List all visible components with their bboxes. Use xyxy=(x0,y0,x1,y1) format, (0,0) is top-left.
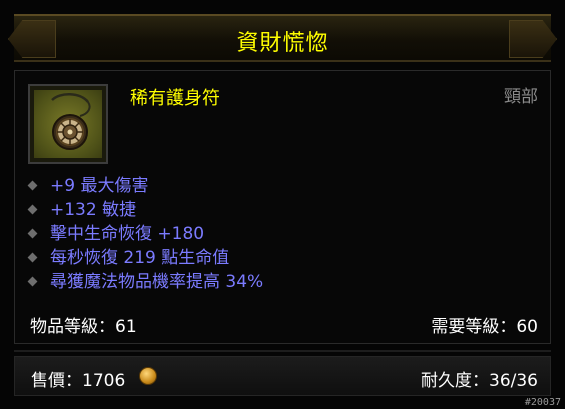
bullet-icon xyxy=(27,180,38,191)
bullet-icon xyxy=(27,276,38,287)
sell-price-label: 售價： xyxy=(31,371,82,391)
affix-text: +9 最大傷害 xyxy=(50,176,149,196)
bullet-icon xyxy=(27,228,38,239)
item-icon-frame xyxy=(28,84,108,164)
affix-line: 每秒恢復 219 點生命值 xyxy=(24,246,263,270)
durability: 耐久度：36/36 xyxy=(421,366,538,391)
required-level: 需要等級：60 xyxy=(431,317,538,337)
footer-divider xyxy=(14,350,551,352)
watermark: #20037 xyxy=(524,397,561,408)
sell-price: 售價：1706 xyxy=(31,366,125,391)
affix-list: +9 最大傷害 +132 敏捷 擊中生命恢復 +180 每秒恢復 219 點生命… xyxy=(24,174,263,294)
amulet-icon xyxy=(51,93,91,150)
tooltip-footer: 售價：1706 耐久度：36/36 xyxy=(14,356,551,396)
affix-line: 尋獲魔法物品機率提高 34% xyxy=(24,270,263,294)
durability-label: 耐久度： xyxy=(421,371,489,391)
bullet-icon xyxy=(27,204,38,215)
affix-text: 每秒恢復 219 點生命值 xyxy=(50,248,230,268)
level-row: 物品等級：61 需要等級：60 xyxy=(30,312,538,337)
bullet-icon xyxy=(27,252,38,263)
durability-value: 36/36 xyxy=(489,371,538,391)
tooltip-header: 資財慌惚 xyxy=(8,14,557,62)
item-name: 稀有護身符 xyxy=(130,88,220,109)
item-tooltip: 資財慌惚 稀有護身符 頸部 +9 最大傷害 +132 敏捷 擊中生命恢復 +18… xyxy=(0,0,565,409)
gold-coin-icon xyxy=(139,367,157,385)
affix-line: 擊中生命恢復 +180 xyxy=(24,222,263,246)
item-slot: 頸部 xyxy=(504,87,538,107)
sell-price-value: 1706 xyxy=(82,371,126,391)
affix-text: 擊中生命恢復 +180 xyxy=(50,224,205,244)
affix-text: 尋獲魔法物品機率提高 34% xyxy=(50,272,264,292)
affix-text: +132 敏捷 xyxy=(50,200,137,220)
item-title: 資財慌惚 xyxy=(236,31,329,56)
item-level: 物品等級：61 xyxy=(30,317,137,337)
affix-line: +9 最大傷害 xyxy=(24,174,263,198)
affix-line: +132 敏捷 xyxy=(24,198,263,222)
